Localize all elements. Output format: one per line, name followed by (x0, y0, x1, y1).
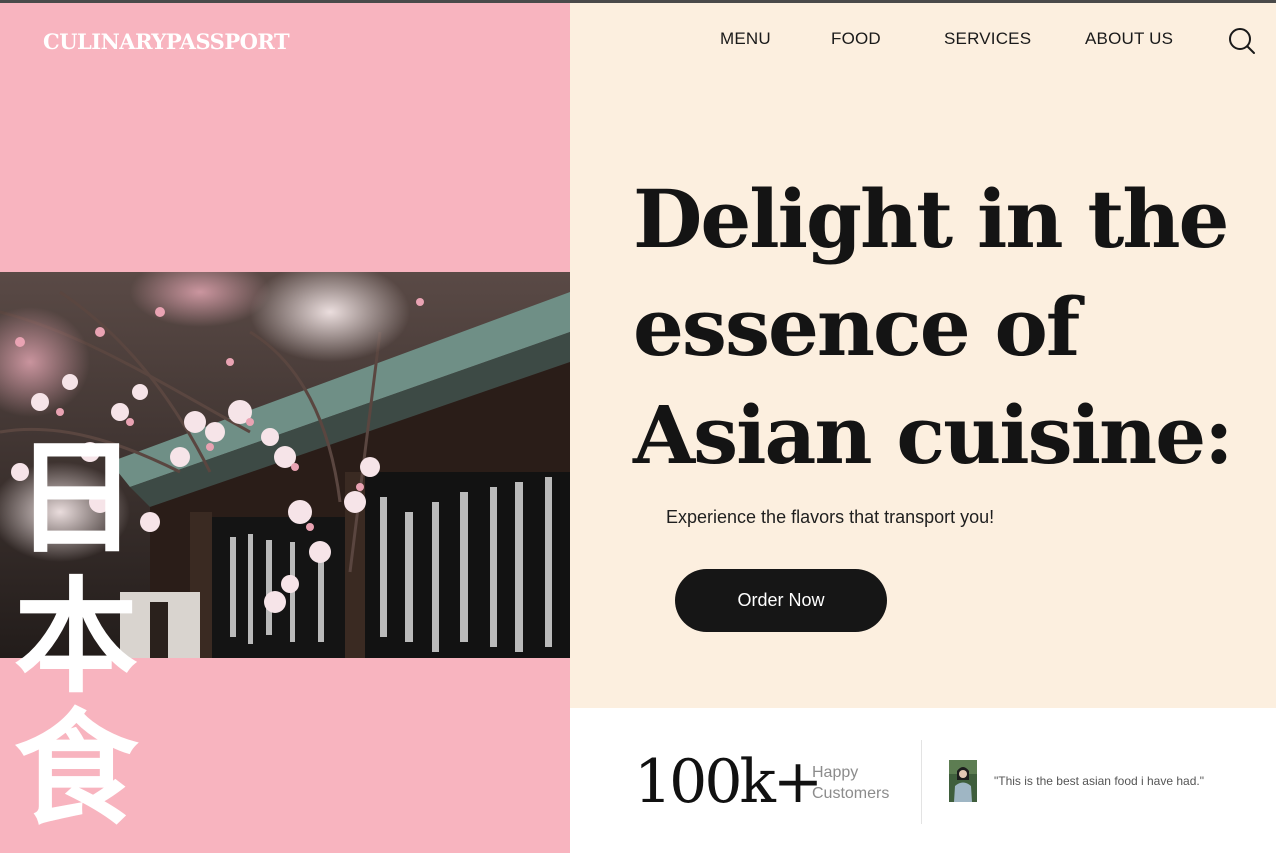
search-icon[interactable] (1226, 25, 1258, 57)
nav-item-about-us[interactable]: ABOUT US (1085, 29, 1173, 49)
main-nav: MENU FOOD SERVICES ABOUT US (570, 28, 1276, 54)
left-panel: CULINARYPASSPORT 日 本 食 (0, 3, 570, 853)
happy-customers-label: Happy Customers (812, 762, 889, 804)
happy-customers-count: 100k+ (634, 747, 823, 817)
stat-label-line-2: Customers (812, 785, 890, 802)
site-logo[interactable]: CULINARYPASSPORT (43, 29, 290, 54)
nav-item-services[interactable]: SERVICES (944, 29, 1031, 49)
hero-subtitle: Experience the flavors that transport yo… (666, 507, 995, 527)
order-now-button[interactable]: Order Now (675, 569, 887, 632)
nav-item-menu[interactable]: MENU (720, 29, 771, 49)
stats-divider (921, 740, 922, 824)
stats-bar: 100k+ Happy Customers "This is the best … (570, 708, 1276, 853)
right-panel: MENU FOOD SERVICES ABOUT US Delight in t… (570, 3, 1276, 708)
stat-label-line-1: Happy (812, 764, 859, 781)
kanji-character-1: 日 (14, 427, 139, 571)
hero-headline: Delight in the essence of Asian cuisine: (633, 172, 1234, 482)
kanji-character-2: 本 (14, 566, 139, 710)
nav-item-food[interactable]: FOOD (831, 29, 881, 49)
kanji-character-3: 食 (14, 698, 139, 842)
avatar (949, 760, 977, 802)
testimonial-quote: "This is the best asian food i have had.… (994, 774, 1204, 788)
